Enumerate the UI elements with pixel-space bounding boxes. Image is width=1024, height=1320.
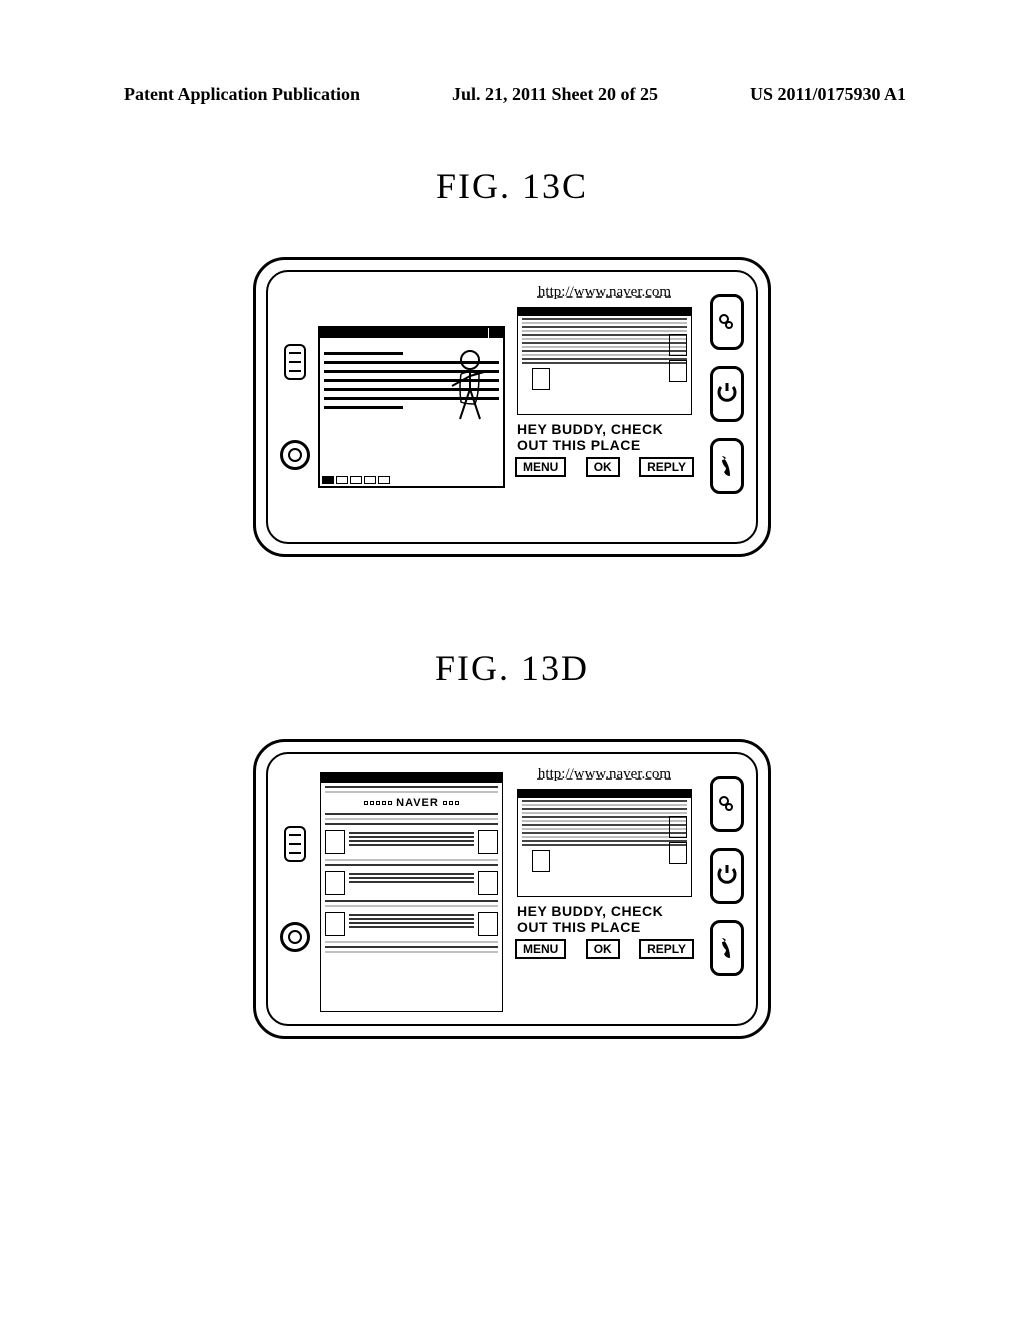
menu-button[interactable]: MENU [515, 457, 566, 477]
camera-icon[interactable] [280, 922, 310, 952]
ok-button[interactable]: OK [586, 939, 620, 959]
call-icon[interactable] [710, 438, 744, 494]
webpage-thumbnail[interactable] [517, 307, 692, 415]
naver-text: NAVER [396, 797, 439, 809]
header-left: Patent Application Publication [124, 84, 360, 105]
menu-button[interactable]: MENU [515, 939, 566, 959]
url-bar[interactable]: http://www.naver.com [511, 282, 698, 303]
camera-icon[interactable] [280, 440, 310, 470]
device-body: http://www.naver.com HEY BUDDY, CHECK OU… [266, 270, 758, 544]
message-panel: http://www.naver.com HEY BUDDY, CHECK OU… [511, 764, 698, 1014]
browser-panel: NAVER [318, 764, 505, 1014]
device-13d: NAVER [253, 739, 771, 1039]
header-center: Jul. 21, 2011 Sheet 20 of 25 [452, 84, 658, 105]
media-player [318, 282, 505, 532]
device-body: NAVER [266, 752, 758, 1026]
screen: NAVER [318, 764, 698, 1014]
right-controls [710, 776, 744, 976]
call-icon[interactable] [710, 920, 744, 976]
ok-button[interactable]: OK [586, 457, 620, 477]
reply-button[interactable]: REPLY [639, 457, 694, 477]
playback-controls-icon[interactable] [322, 476, 390, 484]
power-icon[interactable] [710, 366, 744, 422]
message-panel: http://www.naver.com HEY BUDDY, CHECK OU… [511, 282, 698, 532]
device-13c: http://www.naver.com HEY BUDDY, CHECK OU… [253, 257, 771, 557]
naver-logo-icon: NAVER [321, 797, 502, 809]
figure-label-13c: FIG. 13C [0, 165, 1024, 207]
webpage-thumbnail[interactable] [517, 789, 692, 897]
soft-keys: MENU OK REPLY [511, 939, 698, 961]
volume-icon[interactable] [284, 344, 306, 380]
url-bar[interactable]: http://www.naver.com [511, 764, 698, 785]
page-header: Patent Application Publication Jul. 21, … [0, 0, 1024, 105]
soft-keys: MENU OK REPLY [511, 457, 698, 479]
media-window[interactable] [318, 326, 505, 488]
screen: http://www.naver.com HEY BUDDY, CHECK OU… [318, 282, 698, 532]
lock-icon[interactable] [710, 294, 744, 350]
volume-icon[interactable] [284, 826, 306, 862]
left-controls [280, 344, 310, 470]
right-controls [710, 294, 744, 494]
header-right: US 2011/0175930 A1 [750, 84, 906, 105]
webpage-full[interactable]: NAVER [320, 772, 503, 1012]
message-text: HEY BUDDY, CHECK OUT THIS PLACE [511, 901, 698, 939]
power-icon[interactable] [710, 848, 744, 904]
message-text: HEY BUDDY, CHECK OUT THIS PLACE [511, 419, 698, 457]
figure-label-13d: FIG. 13D [0, 647, 1024, 689]
lock-icon[interactable] [710, 776, 744, 832]
left-controls [280, 826, 310, 952]
window-titlebar-icon [320, 328, 503, 338]
reply-button[interactable]: REPLY [639, 939, 694, 959]
person-icon [441, 346, 499, 434]
